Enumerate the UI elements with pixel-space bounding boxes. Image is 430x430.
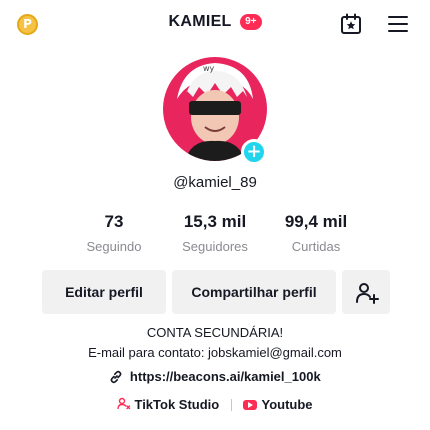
stat-followers-label: Seguidores xyxy=(182,239,248,254)
profile-bio: CONTA SECUNDÁRIA! E-mail para contato: j… xyxy=(0,323,430,363)
profile-stats: 73 Seguindo 15,3 mil Seguidores 99,4 mil… xyxy=(0,212,430,254)
share-profile-button[interactable]: Compartilhar perfil xyxy=(172,270,336,314)
edit-profile-button[interactable]: Editar perfil xyxy=(42,270,166,314)
top-bar: P KAMIEL 9+ xyxy=(0,0,430,48)
profile-handle: @kamiel_89 xyxy=(173,174,257,191)
notification-badge: 9+ xyxy=(240,14,262,30)
stat-followers[interactable]: 15,3 mil Seguidores xyxy=(165,212,265,254)
bookmark-star-icon[interactable] xyxy=(340,13,362,35)
add-story-icon[interactable]: + xyxy=(241,139,267,165)
bio-line-2: E-mail para contato: jobskamiel@gmail.co… xyxy=(88,345,342,360)
linked-apps: TikTok Studio Youtube xyxy=(0,396,430,412)
bio-link-text: https://beacons.ai/kamiel_100k xyxy=(129,369,321,384)
youtube-icon xyxy=(243,400,258,411)
svg-text:wy: wy xyxy=(203,64,215,73)
stat-likes-value: 99,4 mil xyxy=(284,212,348,231)
stat-likes[interactable]: 99,4 mil Curtidas xyxy=(266,212,366,254)
page-title: KAMIEL xyxy=(168,13,232,30)
bio-line-1: CONTA SECUNDÁRIA! xyxy=(146,325,284,340)
add-user-icon xyxy=(356,283,379,304)
menu-icon[interactable] xyxy=(388,16,408,32)
add-friend-button[interactable] xyxy=(342,270,390,314)
bio-link[interactable]: https://beacons.ai/kamiel_100k xyxy=(0,369,430,384)
tiktok-studio-icon xyxy=(117,397,131,410)
link-icon xyxy=(110,370,122,384)
avatar[interactable]: wy + xyxy=(163,57,267,165)
youtube-label: Youtube xyxy=(261,397,313,413)
divider xyxy=(230,398,232,411)
profile-actions: Editar perfil Compartilhar perfil xyxy=(0,270,430,314)
stat-likes-label: Curtidas xyxy=(291,239,341,254)
stat-following[interactable]: 73 Seguindo xyxy=(64,212,164,254)
tiktok-studio-label: TikTok Studio xyxy=(134,397,220,413)
tiktok-studio-link[interactable]: TikTok Studio xyxy=(117,397,219,412)
stat-following-label: Seguindo xyxy=(86,239,142,254)
stat-following-value: 73 xyxy=(104,212,124,231)
youtube-link[interactable]: Youtube xyxy=(243,397,313,413)
account-switcher[interactable]: KAMIEL 9+ xyxy=(0,13,430,31)
stat-followers-value: 15,3 mil xyxy=(183,212,247,231)
